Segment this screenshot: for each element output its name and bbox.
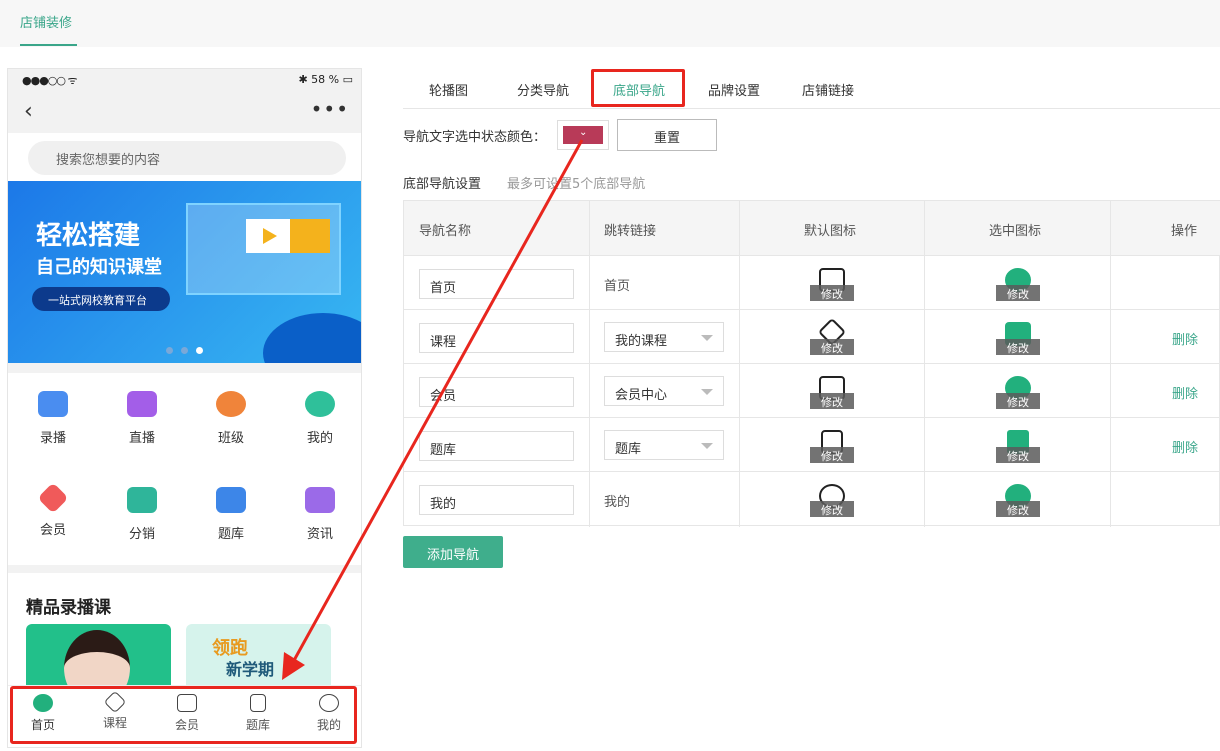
add-nav-button[interactable]: 添加导航 xyxy=(403,536,503,568)
status-bar: ●●●○○ ᯤ ✱ 58 % ▭ xyxy=(8,69,361,93)
nav-name-input[interactable]: 首页 xyxy=(419,269,574,299)
th-nav-name: 导航名称 xyxy=(419,224,472,239)
category-grid: 录播 直播 班级 我的 会员 分销 题库 资讯 xyxy=(8,373,361,565)
link-select[interactable]: 题库 xyxy=(604,430,724,460)
banner-decoration xyxy=(263,313,361,363)
delete-link[interactable]: 删除 xyxy=(1172,383,1198,402)
banner-pill: 一站式网校教育平台 xyxy=(32,287,170,311)
carousel-dots[interactable] xyxy=(166,339,211,358)
bear-icon xyxy=(305,391,335,417)
tab-brand-settings[interactable]: 品牌设置 xyxy=(708,80,760,99)
search-area: 搜索您想要的内容 xyxy=(8,133,361,181)
tv-icon xyxy=(127,391,157,417)
table-row: 首页 首页 修改 修改 xyxy=(404,255,1220,309)
color-setting-label: 导航文字选中状态颜色： xyxy=(403,130,547,145)
book-icon xyxy=(216,487,246,513)
default-smile-icon[interactable]: 修改 xyxy=(810,482,854,518)
chevron-down-icon xyxy=(701,389,713,395)
grid-item-mine[interactable]: 我的 xyxy=(276,391,361,446)
nav-name-input[interactable]: 课程 xyxy=(419,323,574,353)
table-row: 我的 我的 修改 修改 xyxy=(404,471,1220,525)
grid-item-class[interactable]: 班级 xyxy=(187,391,275,446)
section-title: 精品录播课 xyxy=(26,598,111,618)
chevron-down-icon xyxy=(701,335,713,341)
video-icon xyxy=(38,391,68,417)
search-input[interactable]: 搜索您想要的内容 xyxy=(28,141,346,175)
settings-tabs: 轮播图 分类导航 底部导航 品牌设置 店铺链接 xyxy=(403,68,1220,109)
link-select[interactable]: 会员中心 xyxy=(604,376,724,406)
tab-carousel[interactable]: 轮播图 xyxy=(429,80,468,99)
chevron-down-icon: ⌄ xyxy=(579,127,588,138)
link-select[interactable]: 我的课程 xyxy=(604,322,724,352)
chart-icon xyxy=(290,219,330,253)
more-icon[interactable]: ••• xyxy=(311,97,349,121)
bottom-nav-settings-hint: 最多可设置5个底部导航 xyxy=(507,177,646,192)
chevron-down-icon xyxy=(701,443,713,449)
annotation-box-tabbar xyxy=(10,686,357,744)
nav-name-input[interactable]: 题库 xyxy=(419,431,574,461)
bottom-nav-settings-title: 底部导航设置 xyxy=(403,177,482,192)
tab-category-nav[interactable]: 分类导航 xyxy=(517,80,569,99)
phone-navbar: ‹ ••• xyxy=(8,93,361,133)
grid-item-distribution[interactable]: 分销 xyxy=(98,487,186,542)
selected-course-icon[interactable]: 修改 xyxy=(996,320,1040,356)
reset-button[interactable]: 重置 xyxy=(617,119,717,151)
th-default-icon: 默认图标 xyxy=(804,224,857,239)
delete-link[interactable]: 删除 xyxy=(1172,437,1198,456)
top-bar: 店铺装修 xyxy=(0,0,1220,47)
selected-member-icon[interactable]: 修改 xyxy=(996,374,1040,410)
grid-item-question-bank[interactable]: 题库 xyxy=(187,487,275,542)
th-actions: 操作 xyxy=(1171,224,1198,239)
annotation-box-active-tab xyxy=(591,69,685,107)
table-header: 导航名称 跳转链接 默认图标 选中图标 操作 xyxy=(404,201,1220,255)
banner-carousel[interactable]: 轻松搭建 自己的知识课堂 一站式网校教育平台 xyxy=(8,181,361,363)
link-text: 我的 xyxy=(604,495,631,510)
default-home-icon[interactable]: 修改 xyxy=(810,266,854,302)
signal-wifi-icon: ●●●○○ ᯤ xyxy=(22,74,78,87)
table-row: 会员 会员中心 修改 修改 删除 xyxy=(404,363,1220,417)
nav-name-input[interactable]: 我的 xyxy=(419,485,574,515)
th-link: 跳转链接 xyxy=(604,224,657,239)
grid-item-record[interactable]: 录播 xyxy=(9,391,97,446)
default-course-icon[interactable]: 修改 xyxy=(810,317,854,356)
phone-preview: ●●●○○ ᯤ ✱ 58 % ▭ ‹ ••• 搜索您想要的内容 轻松搭建 自己的… xyxy=(7,68,362,748)
bottom-nav-table: 导航名称 跳转链接 默认图标 选中图标 操作 首页 首页 修改 修改 课程 我的… xyxy=(403,200,1220,527)
link-text: 首页 xyxy=(604,279,631,294)
delete-link[interactable]: 删除 xyxy=(1172,329,1198,348)
selected-home-icon[interactable]: 修改 xyxy=(996,266,1040,302)
diamond-icon xyxy=(37,482,69,514)
tag-icon xyxy=(127,487,157,513)
nav-name-input[interactable]: 会员 xyxy=(419,377,574,407)
table-row: 题库 题库 修改 修改 删除 xyxy=(404,417,1220,471)
tab-underline xyxy=(20,44,77,46)
tab-store-decoration[interactable]: 店铺装修 xyxy=(20,12,72,31)
news-icon xyxy=(305,487,335,513)
banner-title: 轻松搭建 xyxy=(36,221,141,251)
grid-item-live[interactable]: 直播 xyxy=(98,391,186,446)
back-arrow-icon[interactable]: ‹ xyxy=(24,99,33,124)
banner-subtitle: 自己的知识课堂 xyxy=(36,257,162,278)
tab-store-link[interactable]: 店铺链接 xyxy=(802,80,854,99)
card2-subtitle: 新学期 xyxy=(226,660,275,679)
table-row: 课程 我的课程 修改 修改 删除 xyxy=(404,309,1220,363)
grid-item-member[interactable]: 会员 xyxy=(9,482,97,538)
play-icon xyxy=(246,219,290,253)
default-clipboard-icon[interactable]: 修改 xyxy=(810,428,854,464)
selected-clipboard-icon[interactable]: 修改 xyxy=(996,428,1040,464)
default-member-icon[interactable]: 修改 xyxy=(810,374,854,410)
color-picker[interactable]: ⌄ xyxy=(557,120,609,150)
selected-smile-icon[interactable]: 修改 xyxy=(996,482,1040,518)
th-selected-icon: 选中图标 xyxy=(989,224,1042,239)
grid-item-news[interactable]: 资讯 xyxy=(276,487,361,542)
battery-status: ✱ 58 % ▭ xyxy=(298,73,353,86)
planet-icon xyxy=(216,391,246,417)
